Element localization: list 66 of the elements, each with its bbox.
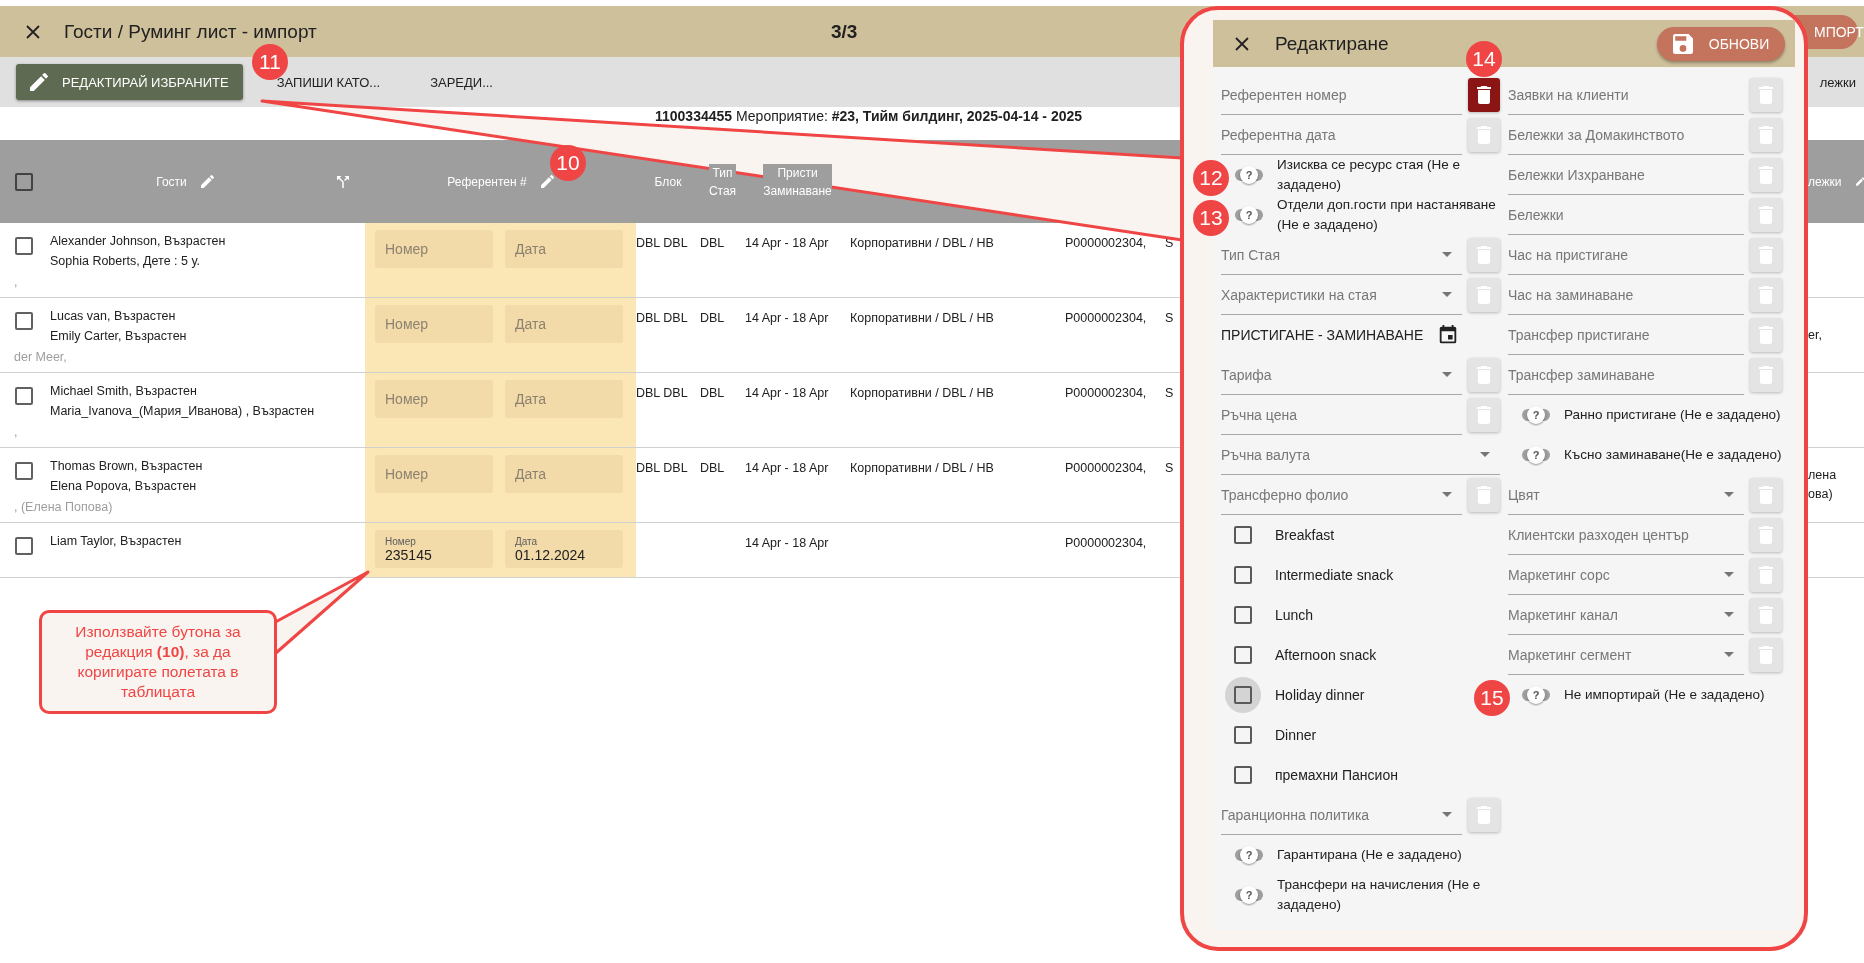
toggle-label: Трансфери на начисления (Не е зададено) xyxy=(1277,876,1482,914)
checkbox-label: Breakfast xyxy=(1275,527,1335,543)
table-cell: S xyxy=(1165,461,1174,475)
table-cell: P0000002304, xyxy=(1065,536,1147,550)
guest-name: Elena Popova, Възрастен xyxy=(50,478,198,495)
callout-text: Използвайте бутона за редакция (10), за да коригирате полетата в таблицата xyxy=(74,622,242,702)
table-cell: DBL DBL xyxy=(636,236,688,250)
table-cell: DBL DBL xyxy=(636,386,688,400)
toolbar-text: лежки xyxy=(1819,74,1856,90)
table-cell: Корпоративни / DBL / HB xyxy=(850,461,994,475)
event-info: 1100334455 Мероприятие: #23, Тийм билдинг, 2025-04-14 - 2025 xyxy=(655,108,1083,124)
table-cell: Корпоративни / DBL / HB xyxy=(850,386,994,400)
checkbox-label: Lunch xyxy=(1275,607,1314,623)
table-cell: 14 Apr - 18 Apr xyxy=(745,236,829,250)
column-header: Гости xyxy=(156,173,187,191)
checkbox-label: Holiday dinner xyxy=(1275,687,1365,703)
table-cell: P0000002304, xyxy=(1065,311,1147,325)
checkbox-label: Dinner xyxy=(1275,727,1317,743)
column-header: Референтен # xyxy=(447,173,527,191)
table-cell: DBL xyxy=(700,461,725,475)
table-cell: P0000002304, xyxy=(1065,461,1147,475)
table-cell: DBL DBL xyxy=(636,461,688,475)
guest-name: Lucas van, Възрастен xyxy=(50,308,177,325)
toggle-label: Ранно пристигане (Не е зададено) xyxy=(1564,406,1782,424)
guest-name: Maria_Ivanova_(Мария_Иванова) , Възрастен xyxy=(50,403,316,420)
guest-name: Emily Carter, Възрастен xyxy=(50,328,188,345)
table-cell: DBL DBL xyxy=(636,311,688,325)
dialog-title: Редактиране xyxy=(1275,32,1389,55)
guest-note: , (Елена Попова) xyxy=(14,500,113,514)
table-cell: 14 Apr - 18 Apr xyxy=(745,461,829,475)
guest-name: Thomas Brown, Възрастен xyxy=(50,458,204,475)
column-header: Блок xyxy=(654,173,682,191)
checkbox-label: премахни Пансион xyxy=(1275,767,1398,783)
table-cell: 14 Apr - 18 Apr xyxy=(745,536,829,550)
guest-name: Michael Smith, Възрастен xyxy=(50,383,198,400)
table-cell: 14 Apr - 18 Apr xyxy=(745,311,829,325)
step-counter: 3/3 xyxy=(831,20,858,43)
guest-note: , xyxy=(14,425,18,439)
table-cell: Корпоративни / DBL / HB xyxy=(850,236,994,250)
toggle-label: Гарантирана (Не е зададено) xyxy=(1277,846,1463,864)
toggle-label: Късно заминаване(Не е зададено) xyxy=(1564,446,1783,464)
guest-name: Sophia Roberts, Дете : 5 у. xyxy=(50,253,201,270)
table-cell: S xyxy=(1165,311,1174,325)
table-cell: DBL xyxy=(700,236,725,250)
table-cell-text: er, xyxy=(1808,326,1823,344)
table-cell-text: лена xyxy=(1808,467,1838,484)
guest-name: Alexander Johnson, Възрастен xyxy=(50,233,227,250)
table-cell: DBL xyxy=(700,386,725,400)
window-title: Гости / Руминг лист - импорт xyxy=(64,20,318,43)
table-cell: DBL xyxy=(700,311,725,325)
table-cell: Корпоративни / DBL / HB xyxy=(850,311,994,325)
table-cell: P0000002304, xyxy=(1065,386,1147,400)
toggle-label: Не импортирай (Не е зададено) xyxy=(1564,686,1766,704)
table-cell: P0000002304, xyxy=(1065,236,1147,250)
checkbox-label: Intermediate snack xyxy=(1275,567,1394,583)
table-cell: 14 Apr - 18 Apr xyxy=(745,386,829,400)
toggle-label: Отдели доп.гости при настаняване (Не е зададено) xyxy=(1277,196,1497,234)
guest-note: , xyxy=(14,275,18,289)
column-header: лежки xyxy=(1808,173,1842,191)
checkbox-label: Afternoon snack xyxy=(1275,647,1377,663)
toggle-label: Изисква се ресурс стая (Не е зададено) xyxy=(1277,156,1462,194)
guest-note: der Meer, xyxy=(14,350,67,364)
date-range-label: ПРИСТИГАНЕ - ЗАМИНАВАНЕ xyxy=(1221,327,1424,343)
guest-name: Liam Taylor, Възрастен xyxy=(50,533,183,550)
table-cell: S xyxy=(1165,386,1174,400)
table-cell-text: ова) xyxy=(1808,486,1834,503)
